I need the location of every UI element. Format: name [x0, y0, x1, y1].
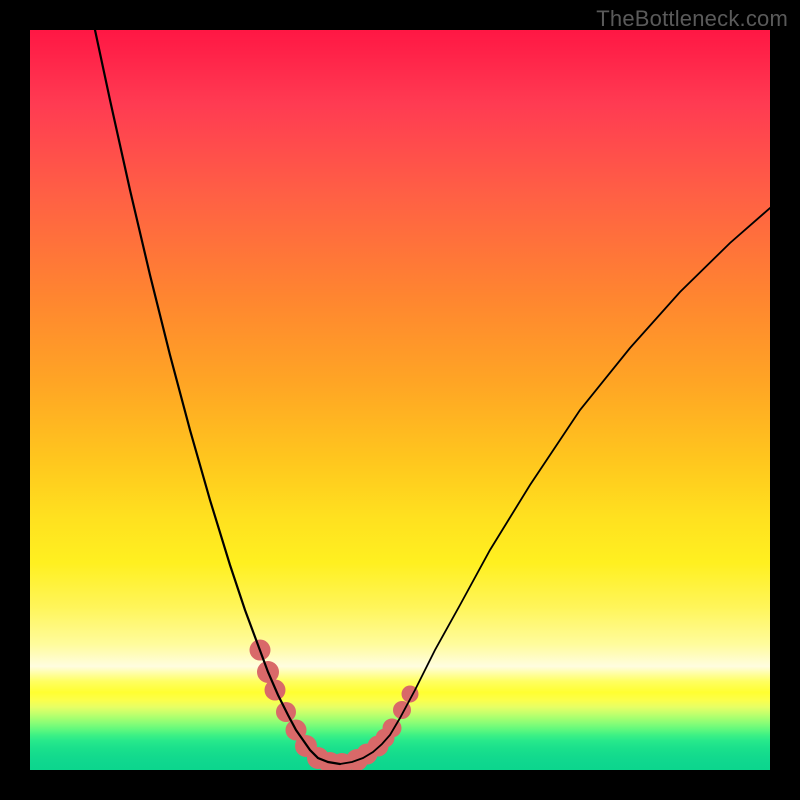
plot-area [30, 30, 770, 770]
watermark-text: TheBottleneck.com [596, 6, 788, 32]
markers-right-group [346, 686, 419, 771]
chart-svg [30, 30, 770, 770]
bottleneck-curve-right [340, 208, 770, 764]
markers-left-group [250, 640, 354, 771]
chart-frame: TheBottleneck.com [0, 0, 800, 800]
bottleneck-curve-left [95, 30, 340, 764]
